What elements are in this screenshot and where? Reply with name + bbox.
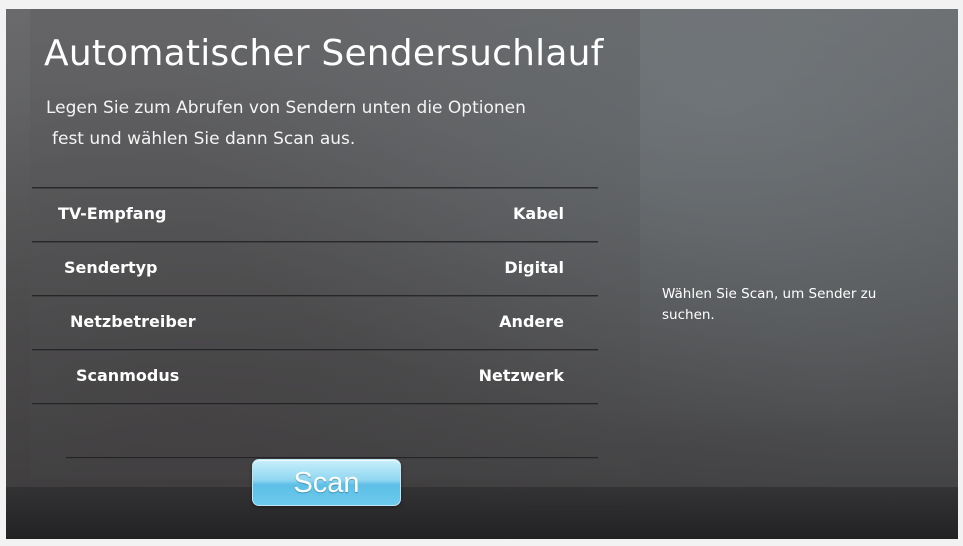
description-line-2: fest und wählen Sie dann Scan aus. [52,129,356,149]
page-description: Legen Sie zum Abrufen von Sendern unten … [46,93,606,155]
page-title: Automatischer Sendersuchlauf [44,33,604,74]
option-value: Kabel [513,204,564,223]
option-value: Digital [504,258,564,277]
option-label: Netzbetreiber [70,312,196,331]
photo-frame: Automatischer Sendersuchlauf Legen Sie z… [0,0,963,546]
scan-button[interactable]: Scan [252,459,401,506]
help-text: Wählen Sie Scan, um Sender zu suchen. [662,286,877,323]
tv-screen: Automatischer Sendersuchlauf Legen Sie z… [6,9,958,539]
option-value: Netzwerk [478,366,564,385]
options-list: TV-Empfang Kabel Sendertyp Digital Netzb… [32,187,598,459]
option-label: TV-Empfang [58,204,167,223]
option-netzbetreiber[interactable]: Netzbetreiber Andere [32,297,598,349]
description-line-1: Legen Sie zum Abrufen von Sendern unten … [46,98,526,118]
screen-bottom-shadow [6,487,958,539]
option-tv-empfang[interactable]: TV-Empfang Kabel [32,189,598,241]
option-value: Andere [499,312,564,331]
option-scanmodus[interactable]: Scanmodus Netzwerk [32,351,598,403]
option-label: Scanmodus [76,366,180,385]
empty-row [32,405,598,457]
option-sendertyp[interactable]: Sendertyp Digital [32,243,598,295]
option-label: Sendertyp [64,258,158,277]
